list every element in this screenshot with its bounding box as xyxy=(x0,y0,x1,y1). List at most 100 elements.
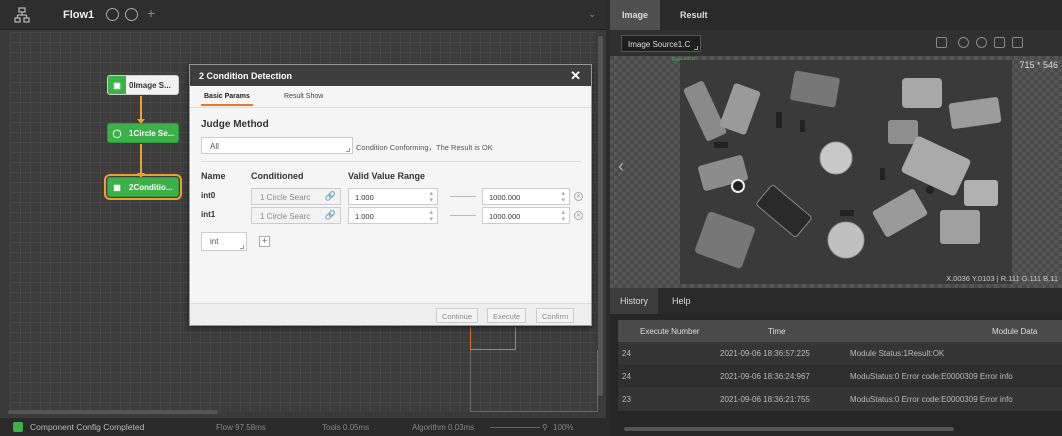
condition-icon: ▦ xyxy=(113,182,121,192)
flow-title[interactable]: Flow1 xyxy=(63,9,94,21)
remove-row-icon[interactable]: ✕ xyxy=(574,211,583,220)
flow-node-label: 0Image S... xyxy=(129,80,171,90)
spinner-icon[interactable]: ▴ ▾ xyxy=(561,190,565,204)
spinner-icon[interactable]: ▴ ▾ xyxy=(561,209,565,223)
remove-row-icon[interactable]: ✕ xyxy=(574,192,583,201)
history-help-tabs: History Help xyxy=(610,288,1062,314)
tab-help[interactable]: Help xyxy=(662,288,701,314)
zoom-out-icon[interactable] xyxy=(976,37,987,48)
dialog-tabs: Basic Params Result Show xyxy=(190,86,591,108)
image-viewer[interactable]: ‹ Result:OK xyxy=(610,56,1062,288)
zoom-level: 100% xyxy=(553,423,574,432)
link-icon[interactable]: 🔗 xyxy=(325,191,336,202)
add-row-button[interactable]: + xyxy=(259,236,270,247)
tab-basic-params[interactable]: Basic Params xyxy=(201,93,253,106)
range-min-input[interactable]: 1.000 ▴ ▾ xyxy=(348,207,438,224)
spinner-icon[interactable]: ▴ ▾ xyxy=(429,209,433,223)
tab-result-show[interactable]: Result Show xyxy=(284,93,323,100)
image-resolution: 715 * 546 xyxy=(1019,60,1058,70)
inspection-image-graphic xyxy=(680,60,1012,284)
cell-number: 23 xyxy=(622,395,631,404)
fit-icon[interactable] xyxy=(994,37,1005,48)
execute-button[interactable]: Execute xyxy=(487,308,527,323)
variable-type-value: int xyxy=(210,237,219,246)
dialog-footer: Continue Execute Confirm xyxy=(190,303,591,325)
conditioned-source[interactable]: 1 Circle Searc 🔗 xyxy=(251,188,341,205)
flow-time: Flow 97.58ms xyxy=(216,423,266,432)
inspection-image xyxy=(680,60,1012,284)
spinner-icon[interactable]: ▴ ▾ xyxy=(429,190,433,204)
range-max-value: 1000.000 xyxy=(489,212,521,221)
canvas-horizontal-scrollbar[interactable] xyxy=(8,410,218,414)
previous-image-icon[interactable]: ‹ xyxy=(618,156,624,177)
variable-type-select[interactable]: int xyxy=(201,232,247,251)
cell-number: 24 xyxy=(622,372,631,381)
cell-data: ModuStatus:0 Error code:E0000309 Error i… xyxy=(850,395,1013,404)
condition-detection-dialog: 2 Condition Detection ✕ Basic Params Res… xyxy=(189,64,592,326)
status-ok-icon xyxy=(13,422,23,432)
link-icon[interactable]: 🔗 xyxy=(325,210,336,221)
collapse-chevron-icon[interactable]: ⌄ xyxy=(588,9,596,20)
range-min-value: 1.000 xyxy=(355,193,374,202)
header-module-data: Module Data xyxy=(992,327,1038,336)
cell-time: 2021-09-06 18:36:57:225 xyxy=(720,349,810,358)
flow-node-image-source[interactable]: ▣ 0Image S... xyxy=(107,75,179,95)
cell-number: 24 xyxy=(622,349,631,358)
tab-history[interactable]: History xyxy=(610,288,659,314)
range-separator xyxy=(450,215,476,216)
table-row[interactable]: 24 2021-09-06 18:36:57:225 Module Status… xyxy=(618,342,1062,365)
range-max-input[interactable]: 1000.000 ▴ ▾ xyxy=(482,188,570,205)
tab-image[interactable]: Image xyxy=(610,0,660,30)
table-body: 24 2021-09-06 18:36:57:225 Module Status… xyxy=(618,342,1062,411)
image-source-value: Image Source1.C xyxy=(628,40,691,49)
judge-method-select[interactable]: All xyxy=(201,137,353,154)
grid-icon[interactable] xyxy=(936,37,947,48)
zoom-icon[interactable]: ⚲ xyxy=(542,423,548,432)
row-name: int1 xyxy=(201,210,216,219)
status-bar: Component Config Completed Flow 97.58ms … xyxy=(0,418,606,436)
zoom-in-icon[interactable] xyxy=(958,37,969,48)
table-horizontal-scrollbar[interactable] xyxy=(624,427,954,431)
close-icon[interactable]: ✕ xyxy=(570,68,581,84)
canvas-vertical-scrollbar[interactable] xyxy=(598,36,603,396)
judge-method-value: All xyxy=(210,142,219,151)
confirm-button[interactable]: Confirm xyxy=(536,308,575,323)
cell-time: 2021-09-06 18:36:21:755 xyxy=(720,395,810,404)
flow-node-circle-search[interactable]: ◯ 1Circle Se... xyxy=(107,123,179,143)
header-execute-number: Execute Number xyxy=(640,327,700,336)
image-result-tabs: Image Result xyxy=(610,0,1062,30)
conditioned-value: 1 Circle Searc xyxy=(260,193,311,202)
range-separator xyxy=(450,196,476,197)
table-row[interactable]: 23 2021-09-06 18:36:21:755 ModuStatus:0 … xyxy=(618,388,1062,411)
range-max-input[interactable]: 1000.000 ▴ ▾ xyxy=(482,207,570,224)
run-loop-icon[interactable] xyxy=(125,8,138,21)
table-row[interactable]: 24 2021-09-06 18:36:24:967 ModuStatus:0 … xyxy=(618,365,1062,388)
flow-toolbar: Flow1 + ⌄ xyxy=(0,0,606,30)
image-source-select[interactable]: Image Source1.C xyxy=(621,35,701,52)
add-flow-icon[interactable]: + xyxy=(147,5,155,21)
conditioned-source[interactable]: 1 Circle Searc 🔗 xyxy=(251,207,341,224)
flow-edge xyxy=(137,144,145,178)
tab-result[interactable]: Result xyxy=(668,0,720,30)
dropdown-corner-icon xyxy=(240,245,244,249)
header-time: Time xyxy=(768,327,786,336)
fullscreen-icon[interactable] xyxy=(1012,37,1023,48)
dropdown-corner-icon xyxy=(346,148,350,152)
flow-node-label: 2Conditio... xyxy=(129,182,173,192)
flow-tree-icon[interactable] xyxy=(14,7,30,23)
history-table: Execute Number Time Module Data 24 2021-… xyxy=(618,320,1062,411)
continue-button[interactable]: Continue xyxy=(436,308,479,323)
zoom-slider[interactable] xyxy=(490,427,540,428)
status-message: Component Config Completed xyxy=(30,422,145,432)
run-once-icon[interactable] xyxy=(106,8,119,21)
minimap-frame xyxy=(470,350,598,412)
cell-data: ModuStatus:0 Error code:E0000309 Error i… xyxy=(850,372,1013,381)
dropdown-corner-icon xyxy=(694,46,698,50)
range-min-value: 1.000 xyxy=(355,212,374,221)
flow-node-condition-detection[interactable]: ▦ 2Conditio... xyxy=(104,174,182,200)
cell-time: 2021-09-06 18:36:24:967 xyxy=(720,372,810,381)
column-conditioned: Conditioned xyxy=(251,171,304,181)
divider xyxy=(201,161,581,162)
range-min-input[interactable]: 1.000 ▴ ▾ xyxy=(348,188,438,205)
tools-time: Tools 0.05ms xyxy=(322,423,370,432)
